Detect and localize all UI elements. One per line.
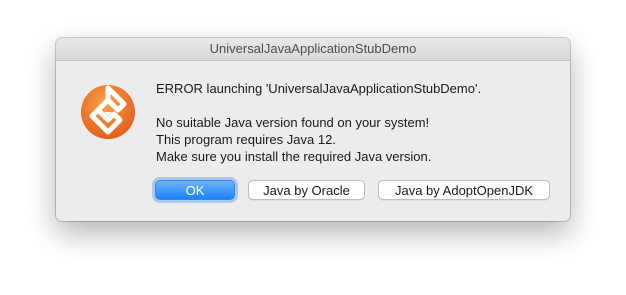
java-by-oracle-button[interactable]: Java by Oracle (248, 180, 365, 200)
window-title: UniversalJavaApplicationStubDemo (209, 41, 417, 56)
app-icon (80, 84, 136, 140)
alert-line-2: This program requires Java 12. (156, 132, 336, 147)
alert-headline: ERROR launching 'UniversalJavaApplicatio… (156, 81, 482, 96)
alert-message: ERROR launching 'UniversalJavaApplicatio… (156, 80, 556, 165)
ok-button[interactable]: OK (155, 180, 235, 200)
screen: UniversalJavaApplicationStubDemo ERROR l… (0, 0, 626, 295)
alert-line-3: Make sure you install the required Java … (156, 149, 432, 164)
window-titlebar[interactable]: UniversalJavaApplicationStubDemo (56, 38, 570, 61)
alert-line-1: No suitable Java version found on your s… (156, 115, 430, 130)
alert-dialog: UniversalJavaApplicationStubDemo ERROR l… (56, 38, 570, 221)
java-by-adoptopenjdk-button[interactable]: Java by AdoptOpenJDK (378, 180, 550, 200)
